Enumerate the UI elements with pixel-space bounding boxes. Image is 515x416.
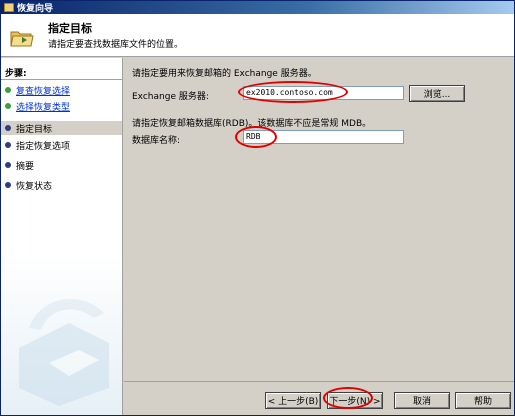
folder-icon [10, 31, 34, 47]
database-name-field[interactable]: RDB [243, 130, 404, 144]
step-label: 选择恢复类型 [16, 102, 71, 113]
next-button[interactable]: 下一步(N) > [327, 392, 383, 409]
window-title: 恢复向导 [17, 4, 54, 14]
step-label: 恢复状态 [16, 181, 53, 192]
step-summary: 摘要 [1, 158, 122, 172]
exchange-server-field[interactable]: ex2010.contoso.com [243, 86, 404, 100]
steps-divider [1, 79, 122, 80]
steps-sidebar: 步骤: 复查恢复选择 选择恢复类型 指定目标 指定恢复选项 摘要 恢复状态 [1, 58, 123, 415]
help-button[interactable]: 帮助 [455, 392, 511, 409]
step-pending-bullet [5, 182, 11, 188]
step-specify-target: 指定目标 [1, 121, 122, 135]
step-current-bullet [5, 125, 11, 131]
step-label: 指定目标 [16, 124, 53, 135]
step-label: 摘要 [16, 161, 35, 172]
step-label: 指定恢复选项 [16, 141, 71, 152]
main-content: 请指定要用来恢复邮箱的 Exchange 服务器。 Exchange 服务器: … [124, 58, 514, 380]
cancel-button[interactable]: 取消 [394, 392, 450, 409]
database-prompt: 请指定恢复邮箱数据库(RDB)。该数据库不应是常规 MDB。 [132, 119, 372, 129]
step-recovery-status: 恢复状态 [1, 178, 122, 192]
page-title: 指定目标 [48, 22, 92, 35]
step-pending-bullet [5, 162, 11, 168]
wizard-header: 指定目标 请指定要查找数据库文件的位置。 [1, 14, 514, 57]
wizard-button-bar: < 上一步(B) 下一步(N) > 取消 帮助 [124, 381, 514, 415]
recovery-wizard-window: 恢复向导 指定目标 请指定要查找数据库文件的位置。 步骤: 复查恢复选择 选择恢… [0, 0, 515, 416]
step-review-recovery[interactable]: 复查恢复选择 [1, 83, 122, 97]
step-complete-bullet [5, 87, 11, 93]
page-subtitle: 请指定要查找数据库文件的位置。 [48, 40, 184, 50]
title-bar: 恢复向导 [1, 1, 514, 14]
step-pending-bullet [5, 142, 11, 148]
step-label: 复查恢复选择 [16, 86, 71, 97]
database-name-label: 数据库名称: [132, 136, 181, 146]
server-prompt: 请指定要用来恢复邮箱的 Exchange 服务器。 [132, 69, 317, 79]
back-button[interactable]: < 上一步(B) [265, 392, 321, 409]
step-choose-recovery-type[interactable]: 选择恢复类型 [1, 99, 122, 113]
app-icon [4, 3, 14, 12]
wizard-watermark-icon [19, 298, 109, 406]
steps-title: 步骤: [5, 69, 27, 79]
browse-button[interactable]: 浏览... [409, 85, 465, 102]
step-recovery-options: 指定恢复选项 [1, 138, 122, 152]
step-complete-bullet [5, 103, 11, 109]
server-label: Exchange 服务器: [132, 92, 209, 102]
